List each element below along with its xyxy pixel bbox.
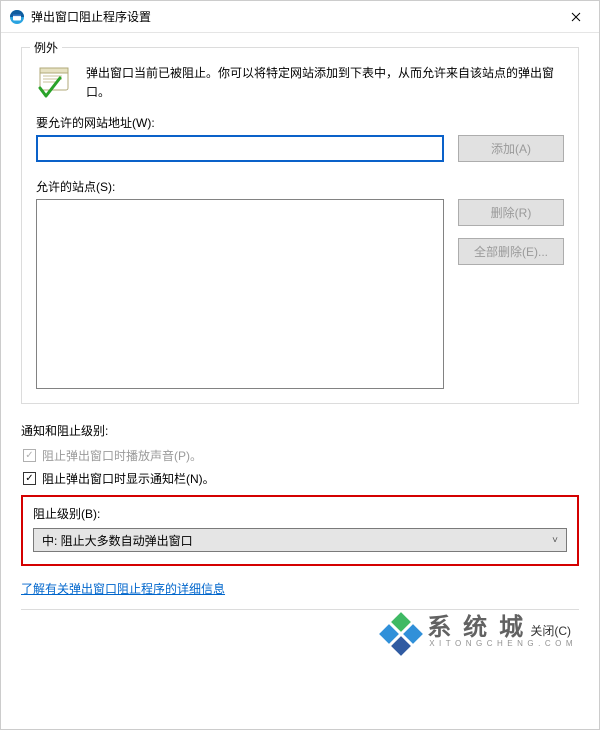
remove-button[interactable]: 删除(R) xyxy=(458,199,564,226)
address-field-label: 要允许的网站地址(W): xyxy=(36,114,564,131)
chevron-down-icon: ˅ xyxy=(552,535,558,546)
allowed-sites-label: 允许的站点(S): xyxy=(36,178,564,195)
content-area: 例外 弹出窗口当前已被阻止。你可以将特定网站添加到下表中，从而允许来自该站点的弹… xyxy=(1,33,599,729)
remove-all-button[interactable]: 全部删除(E)... xyxy=(458,238,564,265)
close-icon xyxy=(571,12,581,22)
allowed-sites-listbox[interactable] xyxy=(36,199,444,389)
app-icon xyxy=(9,9,25,25)
blocking-level-label: 阻止级别(B): xyxy=(33,505,567,522)
add-button[interactable]: 添加(A) xyxy=(458,135,564,162)
show-bar-checkbox-row[interactable]: ✓ 阻止弹出窗口时显示通知栏(N)。 xyxy=(21,470,579,487)
play-sound-checkbox-row[interactable]: ✓ 阻止弹出窗口时播放声音(P)。 xyxy=(21,447,579,464)
titlebar: 弹出窗口阻止程序设置 xyxy=(1,1,599,33)
watermark-subtext: XITONGCHENG.COM xyxy=(429,640,577,648)
window-title: 弹出窗口阻止程序设置 xyxy=(31,8,553,25)
exceptions-label: 例外 xyxy=(30,39,62,56)
window-close-button[interactable] xyxy=(553,1,599,32)
exceptions-group: 例外 弹出窗口当前已被阻止。你可以将特定网站添加到下表中，从而允许来自该站点的弹… xyxy=(21,47,579,404)
address-input[interactable] xyxy=(36,135,444,162)
watermark-logo-icon xyxy=(377,613,425,651)
checkbox-icon: ✓ xyxy=(23,449,36,462)
notification-section: 通知和阻止级别: ✓ 阻止弹出窗口时播放声音(P)。 ✓ 阻止弹出窗口时显示通知… xyxy=(21,422,579,597)
notification-title: 通知和阻止级别: xyxy=(21,422,579,439)
blocking-level-highlight: 阻止级别(B): 中: 阻止大多数自动弹出窗口 ˅ xyxy=(21,495,579,566)
show-bar-label: 阻止弹出窗口时显示通知栏(N)。 xyxy=(42,470,215,487)
play-sound-label: 阻止弹出窗口时播放声音(P)。 xyxy=(42,447,202,464)
checkbox-icon: ✓ xyxy=(23,472,36,485)
intro-text: 弹出窗口当前已被阻止。你可以将特定网站添加到下表中，从而允许来自该站点的弹出窗口… xyxy=(86,64,564,102)
blocking-level-combo[interactable]: 中: 阻止大多数自动弹出窗口 ˅ xyxy=(33,528,567,552)
popup-info-icon xyxy=(36,64,72,100)
combo-value: 中: 阻止大多数自动弹出窗口 xyxy=(42,532,193,549)
close-label[interactable]: 关闭(C) xyxy=(530,622,571,639)
learn-more-link[interactable]: 了解有关弹出窗口阻止程序的详细信息 xyxy=(21,580,225,597)
bottom-bar: 关闭(C) 系统城 XITONGCHENG.COM xyxy=(21,609,579,651)
popup-blocker-settings-window: 弹出窗口阻止程序设置 例外 xyxy=(0,0,600,730)
